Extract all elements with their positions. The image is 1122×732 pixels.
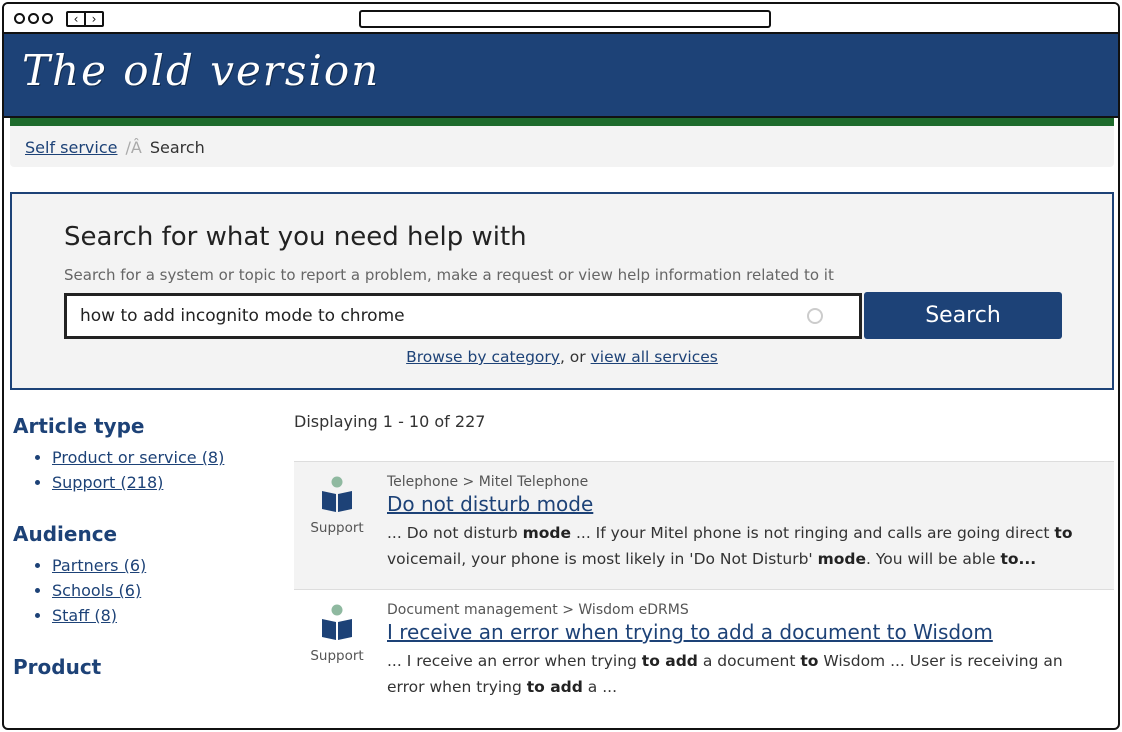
- facet-title-audience: Audience: [13, 522, 118, 546]
- search-button[interactable]: Search: [864, 292, 1062, 339]
- result-title-link[interactable]: Do not disturb mode: [387, 492, 1114, 516]
- result-row: Support Document management > Wisdom eDRM…: [294, 589, 1114, 717]
- facet-item: Product or service (8): [52, 448, 273, 467]
- browser-frame: ‹ › The old version Self service/Â Search…: [2, 2, 1120, 730]
- facet-link-staff[interactable]: Staff (8): [52, 606, 117, 625]
- filter-sidebar: Article type Product or service (8) Supp…: [13, 414, 273, 689]
- snippet-text: ... Do not disturb: [387, 524, 523, 542]
- search-heading: Search for what you need help with: [64, 222, 527, 252]
- snippet-highlight: to add: [641, 652, 698, 670]
- view-all-services-link[interactable]: view all services: [591, 348, 718, 366]
- results-list: Support Telephone > Mitel Telephone Do not…: [294, 461, 1114, 717]
- facet-link-product-or-service[interactable]: Product or service (8): [52, 448, 224, 467]
- forward-arrow-icon[interactable]: ›: [84, 13, 102, 25]
- address-bar[interactable]: [359, 10, 771, 28]
- book-reader-icon: [322, 604, 352, 640]
- browse-by-category-link[interactable]: Browse by category: [406, 348, 560, 366]
- results-count: Displaying 1 - 10 of 227: [294, 412, 486, 431]
- facet-list-audience: Partners (6) Schools (6) Staff (8): [13, 556, 273, 625]
- breadcrumb-self-service-link[interactable]: Self service: [25, 138, 117, 157]
- facet-link-schools[interactable]: Schools (6): [52, 581, 141, 600]
- window-dot[interactable]: [42, 13, 53, 24]
- loading-spinner-icon: [807, 308, 823, 324]
- snippet-text: a document: [697, 652, 801, 670]
- result-row: Support Telephone > Mitel Telephone Do not…: [294, 461, 1114, 589]
- facet-item: Support (218): [52, 473, 273, 492]
- search-input[interactable]: how to add incognito mode to chrome: [64, 293, 862, 339]
- accent-strip: [10, 118, 1114, 126]
- nav-arrows: ‹ ›: [66, 11, 104, 27]
- snippet-text: ... I receive an error when trying: [387, 652, 642, 670]
- snippet-highlight: to: [800, 652, 819, 670]
- search-panel: Search for what you need help with Searc…: [10, 192, 1114, 390]
- snippet-highlight: to add: [526, 678, 583, 696]
- browser-toolbar: ‹ ›: [4, 4, 1118, 34]
- banner-title: The old version: [22, 46, 381, 95]
- search-subheading: Search for a system or topic to report a…: [64, 266, 834, 284]
- window-dot[interactable]: [14, 13, 25, 24]
- results-panel: Displaying 1 - 10 of 227 Support Telephon…: [294, 412, 1114, 717]
- facet-item: Schools (6): [52, 581, 273, 600]
- page-banner: The old version: [4, 34, 1118, 118]
- result-type-label: Support: [310, 648, 364, 664]
- snippet-highlight: to...: [1000, 550, 1037, 568]
- browse-links: Browse by category, or view all services: [12, 348, 1112, 366]
- snippet-text: . You will be able: [866, 550, 1001, 568]
- snippet-highlight: to: [1054, 524, 1073, 542]
- result-snippet: ... Do not disturb mode ... If your Mite…: [387, 520, 1114, 572]
- result-title-link[interactable]: I receive an error when trying to add a …: [387, 620, 1114, 644]
- book-reader-icon: [322, 476, 352, 512]
- window-dot[interactable]: [28, 13, 39, 24]
- breadcrumb-current: Search: [149, 138, 205, 157]
- facet-item: Staff (8): [52, 606, 273, 625]
- back-arrow-icon[interactable]: ‹: [68, 13, 84, 25]
- window-controls: [14, 13, 53, 24]
- breadcrumb: Self service/Â Search: [10, 126, 1114, 167]
- snippet-text: voicemail, your phone is most likely in …: [387, 550, 818, 568]
- result-type-label: Support: [310, 520, 364, 536]
- snippet-highlight: mode: [522, 524, 572, 542]
- facet-link-support[interactable]: Support (218): [52, 473, 163, 492]
- browse-separator-text: , or: [559, 348, 591, 366]
- result-snippet: ... I receive an error when trying to ad…: [387, 648, 1114, 700]
- breadcrumb-separator: /Â: [125, 138, 142, 157]
- snippet-highlight: mode: [817, 550, 867, 568]
- snippet-text: ... If your Mitel phone is not ringing a…: [571, 524, 1055, 542]
- result-category: Document management > Wisdom eDRMS: [387, 602, 689, 618]
- result-category: Telephone > Mitel Telephone: [387, 474, 589, 490]
- facet-item: Partners (6): [52, 556, 273, 575]
- facet-title-product: Product: [13, 655, 102, 679]
- snippet-text: a ...: [582, 678, 618, 696]
- search-query-text: how to add incognito mode to chrome: [80, 306, 405, 326]
- facet-link-partners[interactable]: Partners (6): [52, 556, 146, 575]
- facet-title-article-type: Article type: [13, 414, 145, 438]
- facet-list-article-type: Product or service (8) Support (218): [13, 448, 273, 492]
